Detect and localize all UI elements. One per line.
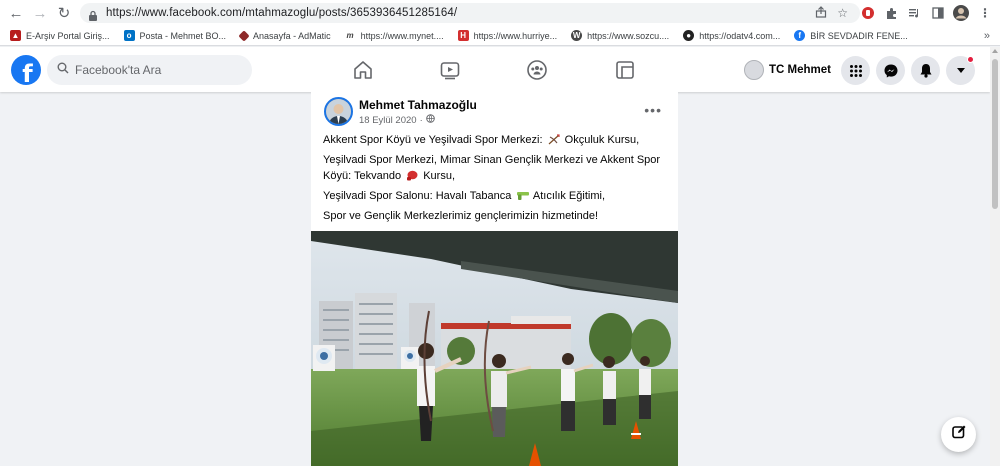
scroll-up-arrow-icon[interactable] — [992, 49, 998, 53]
search-placeholder: Facebook'ta Ara — [75, 63, 162, 77]
bookmarks-overflow-icon[interactable]: » — [984, 30, 990, 42]
menu-grid-icon[interactable] — [841, 56, 870, 85]
post-card: Mehmet Tahmazoğlu 18 Eylül 2020 · ••• Ak… — [311, 92, 678, 466]
earsiv-favicon: ▲ — [10, 30, 21, 41]
compose-edit-icon — [951, 424, 967, 445]
search-input[interactable]: Facebook'ta Ara — [47, 55, 252, 85]
facebook-logo-icon[interactable]: f — [11, 55, 41, 85]
facebook-header: f Facebook'ta Ara TC Mehmet — [0, 47, 990, 92]
forward-icon[interactable]: → — [28, 1, 52, 25]
bookmark-item[interactable]: o Posta - Mehmet BO... — [123, 30, 226, 41]
gaming-icon[interactable] — [612, 57, 638, 83]
post-body: Akkent Spor Köyü ve Yeşilvadi Spor Merke… — [323, 132, 665, 228]
post-author-name[interactable]: Mehmet Tahmazoğlu — [359, 98, 477, 112]
share-icon[interactable] — [815, 5, 827, 21]
extension-red-icon[interactable] — [858, 3, 878, 23]
post-line: Yeşilvadi Spor Salonu: Havalı Tabanca At… — [323, 190, 605, 202]
post-photo[interactable] — [311, 231, 678, 466]
more-options-icon[interactable]: ••• — [644, 102, 662, 118]
hurriyet-favicon: H — [457, 30, 469, 41]
account-chevron-down-icon[interactable] — [946, 56, 975, 85]
scroll-thumb[interactable] — [992, 59, 998, 209]
profile-shortcut[interactable]: TC Mehmet — [742, 55, 837, 85]
search-icon — [57, 61, 69, 79]
post-date[interactable]: 18 Eylül 2020 · — [359, 114, 435, 126]
bookmark-item[interactable]: m https://www.mynet.... — [345, 30, 444, 41]
boxing-glove-icon — [406, 170, 418, 181]
bookmark-item[interactable]: H https://www.hurriye... — [457, 30, 557, 41]
notification-dot — [967, 56, 974, 63]
bookmark-item[interactable]: ● https://odatv4.com... — [683, 30, 780, 41]
browser-toolbar: ← → ↻ https://www.facebook.com/mtahmazog… — [0, 0, 1000, 26]
separator-dot: · — [419, 114, 423, 126]
outlook-favicon: o — [123, 30, 135, 41]
side-panel-icon[interactable] — [928, 3, 948, 23]
media-control-icon[interactable] — [905, 3, 925, 23]
bookmark-item[interactable]: f BİR SEVDADIR FENE... — [794, 30, 908, 41]
bookmark-item[interactable]: W https://www.sozcu.... — [571, 30, 669, 41]
address-bar[interactable]: https://www.facebook.com/mtahmazoglu/pos… — [80, 3, 860, 23]
avatar — [744, 60, 764, 80]
kebab-menu-icon[interactable]: ⋮ — [975, 3, 995, 23]
url-text: https://www.facebook.com/mtahmazoglu/pos… — [106, 7, 458, 19]
bookmark-star-icon[interactable]: ☆ — [837, 6, 848, 20]
globe-icon — [425, 114, 435, 126]
odatv-favicon: ● — [683, 30, 695, 41]
bookmark-item[interactable]: Anasayfa - AdMatic — [238, 29, 331, 42]
user-name: TC Mehmet — [769, 64, 831, 76]
post-line: Akkent Spor Köyü ve Yeşilvadi Spor Merke… — [323, 134, 640, 146]
back-icon[interactable]: ← — [4, 1, 28, 25]
lock-icon — [88, 8, 98, 21]
bow-and-arrow-icon — [548, 134, 560, 145]
page-scrollbar[interactable] — [990, 47, 1000, 466]
wordpress-favicon: W — [571, 30, 583, 41]
bookmarks-bar: ▲ E-Arşiv Portal Giriş... o Posta - Mehm… — [0, 26, 1000, 46]
messenger-icon[interactable] — [876, 56, 905, 85]
home-icon[interactable] — [350, 57, 376, 83]
reload-icon[interactable]: ↻ — [52, 1, 76, 25]
admatic-favicon — [238, 29, 250, 42]
facebook-favicon: f — [794, 30, 806, 41]
mynet-favicon: m — [346, 31, 354, 40]
notifications-bell-icon[interactable] — [911, 56, 940, 85]
post-line: Spor ve Gençlik Merkezlerimiz gençlerimi… — [323, 210, 599, 222]
groups-icon[interactable] — [524, 57, 550, 83]
extensions-puzzle-icon[interactable] — [881, 3, 901, 23]
bookmark-item[interactable]: ▲ E-Arşiv Portal Giriş... — [10, 30, 110, 41]
watch-icon[interactable] — [437, 57, 463, 83]
water-pistol-icon — [516, 190, 530, 201]
new-message-button[interactable] — [941, 417, 976, 452]
profile-avatar-icon[interactable] — [951, 3, 971, 23]
author-avatar[interactable] — [324, 97, 353, 126]
post-line: Yeşilvadi Spor Merkezi, Mimar Sinan Genç… — [323, 154, 661, 182]
